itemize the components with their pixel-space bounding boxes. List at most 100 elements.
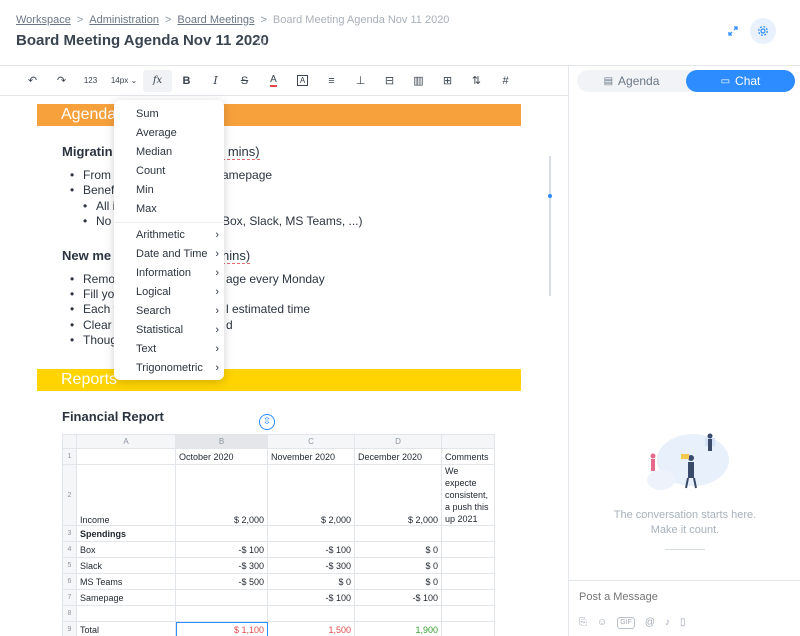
scrollbar-thumb[interactable] (548, 194, 552, 198)
cell[interactable]: $ 2,000 (354, 464, 442, 526)
tab-agenda[interactable]: ▤ Agenda (577, 70, 686, 92)
insert-chart-icon[interactable]: ▥ (404, 70, 433, 92)
font-size-select[interactable]: 14px ⌄ (105, 70, 143, 92)
cell-comment[interactable]: We expecte consistent, a push this up 20… (441, 464, 495, 526)
cell[interactable]: MS Teams (76, 573, 176, 590)
breadcrumb-administration[interactable]: Administration (89, 14, 159, 26)
menu-item-arithmetic[interactable]: Arithmetic › (114, 226, 224, 245)
cell[interactable]: Slack (76, 557, 176, 574)
undo-icon[interactable]: ↶ (18, 70, 47, 92)
number-format-button[interactable]: 123 (76, 70, 105, 92)
background-color-icon[interactable]: A (288, 70, 317, 92)
menu-item-information[interactable]: Information › (114, 264, 224, 283)
breadcrumb-board-meetings[interactable]: Board Meetings (177, 14, 254, 26)
cell[interactable] (441, 541, 495, 558)
mention-icon[interactable]: @ (645, 617, 655, 629)
microphone-icon[interactable]: ♪ (665, 617, 670, 629)
cell[interactable] (175, 525, 268, 542)
grid-icon[interactable]: # (491, 70, 520, 92)
cell[interactable] (175, 589, 268, 606)
scrollbar-track[interactable] (549, 156, 551, 296)
cell[interactable]: -$ 300 (267, 557, 355, 574)
cell[interactable]: -$ 100 (267, 589, 355, 606)
cell[interactable] (175, 605, 268, 622)
menu-item-date-time[interactable]: Date and Time › (114, 245, 224, 264)
spreadsheet-anchor-icon[interactable]: ⇳ (259, 414, 275, 430)
cell[interactable]: $ 0 (354, 557, 442, 574)
cell[interactable]: November 2020 (267, 448, 355, 465)
cell[interactable]: Spendings (76, 525, 176, 542)
document-icon[interactable]: ▯ (680, 617, 686, 629)
menu-item-min[interactable]: Min (114, 181, 224, 200)
menu-item-text[interactable]: Text › (114, 340, 224, 359)
cell[interactable] (267, 605, 355, 622)
cell[interactable] (76, 605, 176, 622)
tab-chat[interactable]: ▭ Chat (686, 70, 795, 92)
menu-item-sum[interactable]: Sum (114, 105, 224, 124)
cell[interactable]: 1,900 (354, 621, 442, 636)
gif-button[interactable]: GIF (617, 617, 635, 629)
menu-item-search[interactable]: Search › (114, 302, 224, 321)
cell[interactable]: Samepage (76, 589, 176, 606)
message-input[interactable] (579, 591, 789, 603)
align-bottom-icon[interactable]: ⊥ (346, 70, 375, 92)
spreadsheet[interactable]: A B C D 1 October 2020 November 2020 Dec… (62, 434, 495, 636)
align-left-icon[interactable]: ≡ (317, 70, 346, 92)
menu-item-count[interactable]: Count (114, 162, 224, 181)
column-header[interactable]: A (76, 434, 176, 449)
cell[interactable] (441, 605, 495, 622)
cell[interactable]: $ 0 (354, 541, 442, 558)
cell[interactable]: -$ 100 (267, 541, 355, 558)
cell[interactable]: Total (76, 621, 176, 636)
cell[interactable] (267, 525, 355, 542)
document-body[interactable]: Agenda Migratin 0 mins) From r amepage B… (0, 96, 568, 636)
cell[interactable]: -$ 300 (175, 557, 268, 574)
cell[interactable]: Comments (441, 448, 495, 465)
breadcrumb-workspace[interactable]: Workspace (16, 14, 71, 26)
redo-icon[interactable]: ↷ (47, 70, 76, 92)
cell[interactable]: $ 2,000 (175, 464, 268, 526)
attachment-icon[interactable]: ⎘ (579, 617, 587, 629)
cell[interactable]: 1,500 (267, 621, 355, 636)
settings-button[interactable] (750, 18, 776, 44)
text-color-icon[interactable]: A (259, 70, 288, 92)
cell[interactable]: $ 2,000 (267, 464, 355, 526)
cell[interactable] (441, 621, 495, 636)
menu-item-average[interactable]: Average (114, 124, 224, 143)
column-header[interactable]: C (267, 434, 355, 449)
menu-item-logical[interactable]: Logical › (114, 283, 224, 302)
cell[interactable] (441, 573, 495, 590)
sort-icon[interactable]: ⇅ (462, 70, 491, 92)
bold-button[interactable]: B (172, 70, 201, 92)
cell[interactable] (354, 525, 442, 542)
menu-item-max[interactable]: Max (114, 200, 224, 219)
cell[interactable] (354, 605, 442, 622)
cell[interactable]: December 2020 (354, 448, 442, 465)
merge-cells-icon[interactable]: ⊟ (375, 70, 404, 92)
emoji-icon[interactable]: ☺ (597, 617, 607, 629)
column-header[interactable] (441, 434, 495, 449)
cell[interactable]: October 2020 (175, 448, 268, 465)
column-header[interactable]: B (175, 434, 268, 449)
cell[interactable]: -$ 500 (175, 573, 268, 590)
table-icon[interactable]: ⊞ (433, 70, 462, 92)
expand-icon[interactable] (720, 18, 746, 44)
menu-item-trigonometric[interactable]: Trigonometric › (114, 359, 224, 378)
strikethrough-button[interactable]: S (230, 70, 259, 92)
star-icon[interactable]: ☆ (254, 31, 267, 49)
menu-item-statistical[interactable]: Statistical › (114, 321, 224, 340)
cell[interactable] (441, 557, 495, 574)
function-button[interactable]: fx (143, 69, 172, 92)
column-header[interactable]: D (354, 434, 442, 449)
cell[interactable] (441, 525, 495, 542)
cell[interactable]: Box (76, 541, 176, 558)
cell[interactable]: $ 0 (267, 573, 355, 590)
cell[interactable]: -$ 100 (354, 589, 442, 606)
cell[interactable]: -$ 100 (175, 541, 268, 558)
cell[interactable]: Income (76, 464, 176, 526)
menu-item-median[interactable]: Median (114, 143, 224, 162)
cell[interactable] (441, 589, 495, 606)
cell-selected[interactable]: $ 1,100 (175, 621, 268, 636)
cell[interactable]: $ 0 (354, 573, 442, 590)
italic-button[interactable]: I (201, 70, 230, 92)
